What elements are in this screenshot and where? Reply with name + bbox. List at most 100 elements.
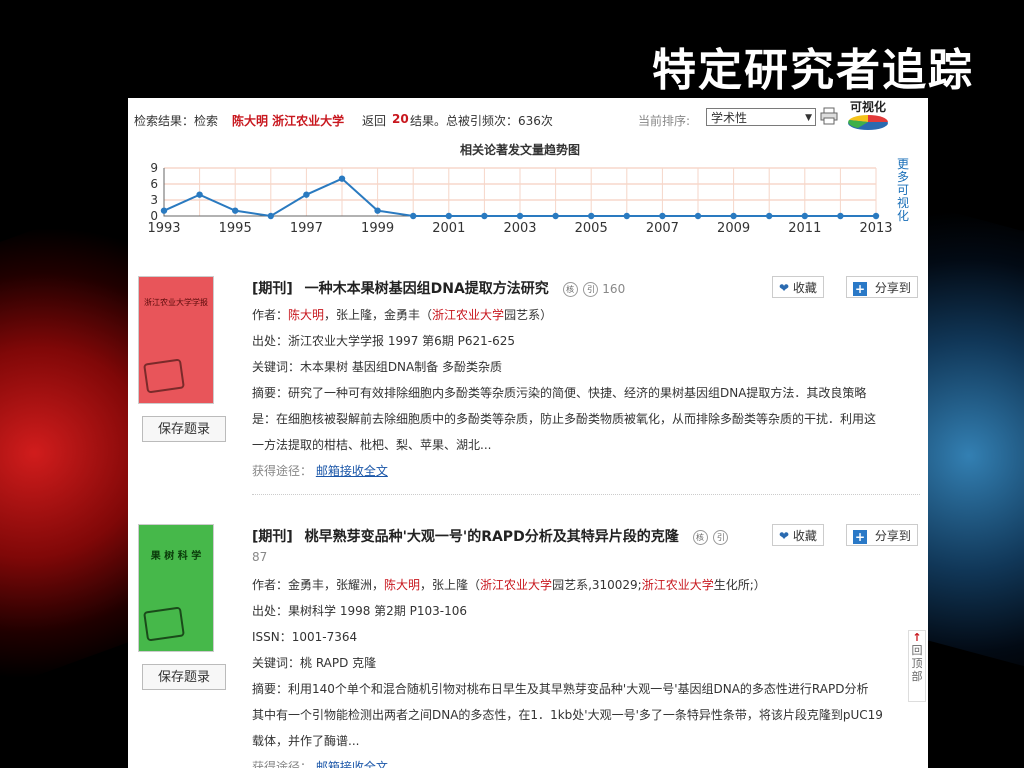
collect-button[interactable]: ❤ 收藏 <box>772 276 824 298</box>
cover-seal-icon <box>143 606 185 642</box>
save-citation-button[interactable]: 保存题录 <box>142 416 226 442</box>
record-abstract-line: 其中有一个引物能检测出两者之间DNA的多态性，在1．1kb处'大观一号'多了一条… <box>252 708 883 722</box>
data-point[interactable] <box>232 207 239 214</box>
data-point[interactable] <box>445 212 452 220</box>
y-tick-label: 6 <box>150 177 158 191</box>
sort-dropdown[interactable]: 学术性 ▼ <box>706 108 816 126</box>
authors-rest: ，张上隆（ <box>420 578 481 592</box>
data-point[interactable] <box>872 212 880 220</box>
record-abstract-line: 载体，并作了酶谱... <box>252 734 360 748</box>
heart-icon: ❤ <box>779 529 790 543</box>
save-citation-button[interactable]: 保存题录 <box>142 664 226 690</box>
record-abstract-line: 摘要：研究了一种可有效排除细胞内多酚类等杂质污染的简便、快捷、经济的果树基因组D… <box>252 386 867 400</box>
record-title[interactable]: 桃早熟芽变品种'大观一号'的RAPD分析及其特异片段的克隆 <box>305 529 679 545</box>
chart-x-ticks: 1993 1995 1997 1999 2001 2003 2005 2007 2009 2011… <box>147 221 892 236</box>
y-tick-label: 9 <box>150 161 158 175</box>
record-abstract-line: 是：在细胞核被裂解前去除细胞质中的多酚类等杂质，防止多酚类物质被氧化，从而排除多… <box>252 412 877 426</box>
x-tick-label: 2007 <box>646 221 679 236</box>
collect-button[interactable]: ❤ 收藏 <box>772 524 824 546</box>
data-point[interactable] <box>338 175 346 182</box>
data-point[interactable] <box>303 191 310 198</box>
org-highlight[interactable]: 浙江农业大学 <box>642 578 714 592</box>
record-access: 获得途径： 邮箱接收全文 <box>252 462 388 479</box>
trend-chart: 相关论著发文量趋势图 0369 1993 1995 1997 1999 2001 2003… <box>147 142 892 236</box>
data-point[interactable] <box>588 212 595 220</box>
share-button[interactable]: + 分享到 <box>846 276 918 298</box>
record-source: 出处：果树科学 1998 第2期 P103-106 <box>252 604 467 618</box>
data-point[interactable] <box>374 207 381 214</box>
record-abstract-line: 摘要：利用140个单个和混合随机引物对桃布日早生及其早熟芽变品种'大观一号'基因… <box>252 682 869 696</box>
cover-title: 浙江农业大学学报 <box>144 298 208 307</box>
record-access: 获得途径： 邮箱接收全文 <box>252 758 388 768</box>
cited-badge: 引 <box>583 282 599 297</box>
y-tick-label: 3 <box>150 193 158 207</box>
visualization-button[interactable]: 可视化 <box>846 100 892 132</box>
data-point[interactable] <box>694 212 702 220</box>
more-visualization-link[interactable]: 更多可视化 <box>896 158 910 223</box>
record-divider <box>252 494 920 495</box>
search-query: 陈大明 浙江农业大学 <box>232 114 345 128</box>
share-label: 分享到 <box>874 281 911 295</box>
authors-prefix: 作者：金勇丰，张耀洲， <box>252 578 385 592</box>
email-fulltext-link[interactable]: 邮箱接收全文 <box>316 464 388 478</box>
cover-title: 果 树 科 学 <box>150 551 202 562</box>
org-rest: 生化所;） <box>713 578 766 592</box>
collect-label: 收藏 <box>792 529 817 543</box>
record-source: 出处：浙江农业大学学报 1997 第6期 P621-625 <box>252 334 515 348</box>
org-highlight[interactable]: 浙江农业大学 <box>432 308 504 322</box>
visualization-label: 可视化 <box>850 100 887 114</box>
record-authors: 作者：陈大明，张上隆，金勇丰（浙江农业大学园艺系） <box>252 306 552 323</box>
chart-y-ticks: 0369 <box>150 161 158 223</box>
record-keywords: 关键词：木本果树 基因组DNA制备 多酚类杂质 <box>252 360 503 374</box>
org-highlight[interactable]: 浙江农业大学 <box>480 578 552 592</box>
author-highlight[interactable]: 陈大明 <box>384 578 420 592</box>
org-mid: 园艺系,310029; <box>552 578 642 592</box>
data-point[interactable] <box>410 212 417 220</box>
record-title-line: [期刊] 一种木本果树基因组DNA提取方法研究 核 引 160 <box>252 278 625 298</box>
data-point[interactable] <box>801 212 808 220</box>
back-to-top-button[interactable]: ↑ 回顶部 <box>908 630 926 702</box>
cited-count: 160 <box>602 282 626 296</box>
x-tick-label: 1997 <box>290 221 323 236</box>
org-rest: 园艺系） <box>504 308 553 322</box>
share-label: 分享到 <box>874 529 911 543</box>
chevron-down-icon: ▼ <box>805 113 812 123</box>
record-title[interactable]: 一种木本果树基因组DNA提取方法研究 <box>305 281 549 297</box>
data-point[interactable] <box>516 212 524 220</box>
data-point[interactable] <box>481 212 488 220</box>
print-icon[interactable] <box>820 107 838 125</box>
data-point[interactable] <box>196 191 203 198</box>
plus-icon: + <box>853 281 867 296</box>
data-point[interactable] <box>267 212 274 220</box>
share-button[interactable]: + 分享到 <box>846 524 918 546</box>
heart-icon: ❤ <box>779 281 790 295</box>
record-keywords: 关键词：桃 RAPD 克隆 <box>252 656 377 670</box>
data-point[interactable] <box>623 212 630 220</box>
journal-cover: 果 树 科 学 <box>138 524 214 652</box>
data-point[interactable] <box>659 212 666 220</box>
cited-count: 87 <box>252 550 268 564</box>
x-tick-label: 1995 <box>219 221 252 236</box>
chart-grid <box>163 167 877 217</box>
search-results-panel: 检索结果：检索 陈大明 浙江农业大学 返回 20 结果。总被引频次：636次 当… <box>128 98 928 768</box>
data-point[interactable] <box>160 207 168 214</box>
result-count: 20 <box>392 112 409 126</box>
x-tick-label: 2005 <box>575 221 608 236</box>
data-point[interactable] <box>766 212 773 220</box>
email-fulltext-link[interactable]: 邮箱接收全文 <box>316 760 388 768</box>
x-tick-label: 2011 <box>788 221 821 236</box>
record-abstract-line: 一方法提取的柑桔、枇杷、梨、苹果、湖北... <box>252 438 492 452</box>
x-tick-label: 1999 <box>361 221 394 236</box>
data-point[interactable] <box>730 212 737 220</box>
cited-badge: 引 <box>713 530 729 545</box>
data-point[interactable] <box>552 212 559 220</box>
record-title-line: [期刊] 桃早熟芽变品种'大观一号'的RAPD分析及其特异片段的克隆 核 引 <box>252 526 729 546</box>
returned-label: 返回 <box>362 114 387 128</box>
authors-rest: ，张上隆，金勇丰（ <box>324 308 433 322</box>
chart-title: 相关论著发文量趋势图 <box>460 142 580 157</box>
record-type: [期刊] <box>252 281 293 297</box>
core-journal-badge: 核 <box>562 282 578 297</box>
journal-cover: 浙江农业大学学报 <box>138 276 214 404</box>
author-highlight[interactable]: 陈大明 <box>288 308 324 322</box>
data-point[interactable] <box>837 212 844 220</box>
